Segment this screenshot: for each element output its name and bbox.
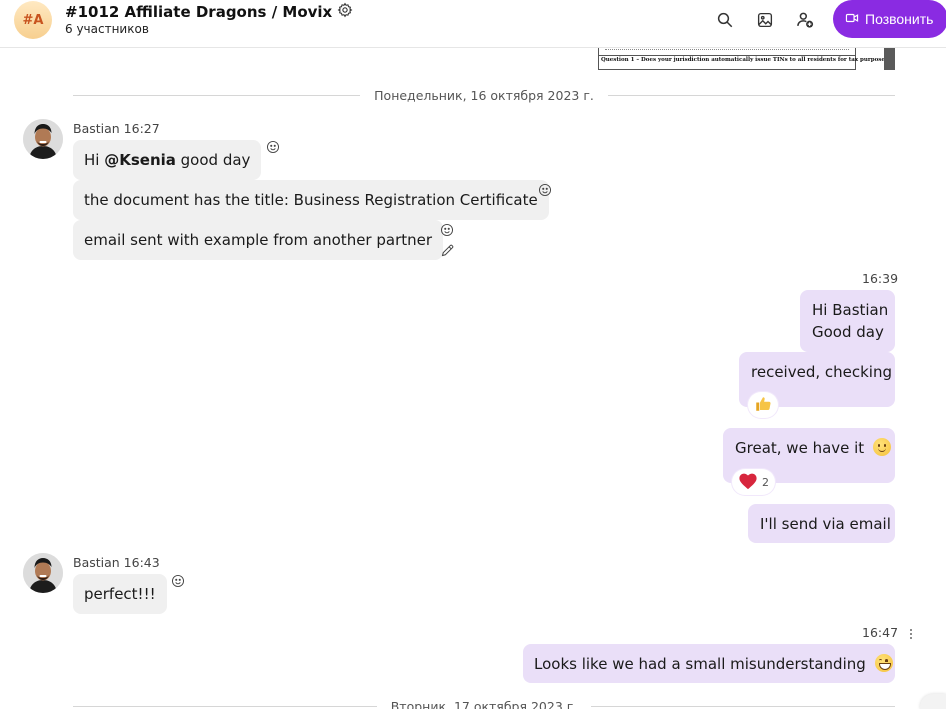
add-participant-icon[interactable] xyxy=(794,9,816,31)
avatar[interactable] xyxy=(23,553,63,593)
document-question-text: Question 1 – Does your jurisdiction auto… xyxy=(601,57,892,63)
reaction-count: 2 xyxy=(762,475,769,489)
add-reaction-icon[interactable] xyxy=(537,182,553,198)
separator-line xyxy=(73,94,361,96)
message-time: 16:39 xyxy=(862,271,899,286)
message-text: Good day xyxy=(812,323,884,341)
message-text: Looks like we had a small misunderstandi… xyxy=(534,655,866,673)
message-bubble[interactable]: Hi @Ksenia good day xyxy=(73,140,262,180)
scroll-down-button[interactable] xyxy=(920,694,946,709)
message-bubble[interactable]: the document has the title: Business Reg… xyxy=(73,180,549,220)
reaction-heart[interactable]: 2 xyxy=(732,469,775,495)
sender-name: Bastian 16:27 xyxy=(73,121,160,136)
date-separator: Понедельник, 16 октября 2023 г. xyxy=(73,85,896,105)
thumbs-up-icon xyxy=(754,395,772,416)
gallery-icon[interactable] xyxy=(754,9,776,31)
participants-count[interactable]: 6 участников xyxy=(65,22,149,36)
message-bubble[interactable]: Looks like we had a small misunderstandi… xyxy=(523,644,895,683)
message-text: Hi xyxy=(84,151,105,169)
add-reaction-icon[interactable] xyxy=(265,139,281,155)
message-text: received, checking xyxy=(751,363,892,381)
message-bubble[interactable]: email sent with example from another par… xyxy=(73,220,444,260)
separator-line xyxy=(607,94,896,96)
document-line xyxy=(605,49,849,52)
chat-header: #A #1012 Affiliate Dragons / Movix 6 уча… xyxy=(0,0,946,48)
message-text: Hi Bastian xyxy=(812,301,889,319)
document-divider xyxy=(599,55,855,56)
search-icon[interactable] xyxy=(714,9,736,31)
message-text: good day xyxy=(175,151,251,169)
mention[interactable]: @Ksenia xyxy=(104,151,176,169)
document-preview[interactable]: Question 1 – Does your jurisdiction auto… xyxy=(598,48,891,70)
sender-name: Bastian 16:43 xyxy=(73,555,160,570)
separator-line xyxy=(591,705,896,707)
call-button[interactable]: Позвонить xyxy=(833,0,946,38)
message-text: Great, we have it xyxy=(735,439,865,457)
message-text: email sent with example from another par… xyxy=(84,231,433,249)
avatar[interactable] xyxy=(23,119,63,159)
heart-icon xyxy=(738,472,758,493)
message-bubble[interactable]: Hi Bastian Good day xyxy=(800,290,895,352)
reaction-thumbs-up[interactable] xyxy=(748,392,778,418)
separator-line xyxy=(73,705,377,707)
edit-pencil-icon[interactable] xyxy=(439,242,455,258)
chat-title[interactable]: #1012 Affiliate Dragons / Movix xyxy=(65,2,353,22)
grin-emoji-icon xyxy=(874,654,893,672)
add-reaction-icon[interactable] xyxy=(439,222,455,238)
smile-emoji-icon xyxy=(872,438,891,456)
add-reaction-icon[interactable] xyxy=(170,573,186,589)
message-bubble[interactable]: perfect!!! xyxy=(73,574,167,614)
group-avatar[interactable]: #A xyxy=(14,1,52,39)
date-label: Понедельник, 16 октября 2023 г. xyxy=(374,87,594,103)
more-options-icon[interactable] xyxy=(903,626,919,642)
message-text: I'll send via email xyxy=(760,515,891,533)
video-call-icon xyxy=(845,11,859,28)
chat-title-text: #1012 Affiliate Dragons / Movix xyxy=(65,3,333,21)
message-text: the document has the title: Business Reg… xyxy=(84,191,538,209)
document-scrollbar[interactable] xyxy=(884,48,895,70)
date-separator: Вторник, 17 октября 2023 г. xyxy=(73,696,896,709)
date-label: Вторник, 17 октября 2023 г. xyxy=(390,698,578,709)
gear-icon[interactable] xyxy=(337,2,353,22)
message-bubble[interactable]: I'll send via email xyxy=(748,504,895,543)
call-button-label: Позвонить xyxy=(865,11,934,27)
message-text: perfect!!! xyxy=(84,585,156,603)
message-time: 16:47 xyxy=(862,625,899,640)
